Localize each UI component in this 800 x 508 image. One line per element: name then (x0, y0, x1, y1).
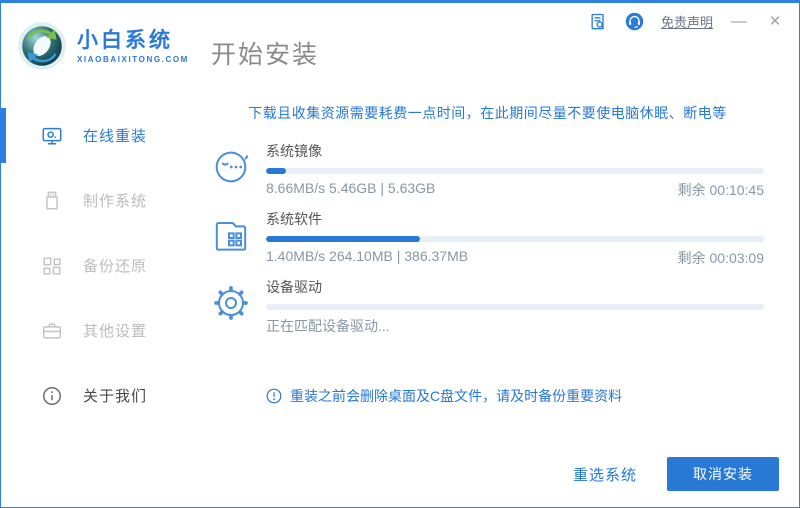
page-title: 开始安装 (210, 41, 319, 69)
task-stats: 正在匹配设备驱动... (266, 318, 390, 334)
task-row-system-image: 系统镜像 8.66MB/s 5.46GB | 5.63GB 剩余 00:10:4… (211, 141, 764, 200)
progress-fill (266, 236, 421, 242)
sidebar-item-label: 备份还原 (83, 258, 148, 275)
progress-bar (266, 168, 764, 174)
sidebar-item-online-reinstall[interactable]: 在线重装 (1, 103, 201, 168)
disclaimer-doc-icon[interactable] (588, 12, 608, 32)
minimize-button[interactable]: — (729, 12, 749, 32)
task-stats: 8.66MB/s 5.46GB | 5.63GB (266, 180, 436, 196)
task-name: 设备驱动 (266, 279, 322, 295)
face-icon (211, 147, 251, 187)
header: 小白系统 XIAOBAIXITONG.COM 开始安装 免责声明 — × (1, 3, 799, 89)
sidebar-item-other-settings[interactable]: 其他设置 (1, 298, 201, 363)
warning-text: 下载且收集资源需要耗费一点时间，在此期间尽量不要使电脑休眠、断电等 (248, 105, 727, 121)
briefcase-icon (41, 320, 63, 342)
usb-icon (41, 190, 63, 212)
logo-title: 小白系统 (77, 28, 173, 52)
task-remaining: 剩余 00:03:09 (677, 250, 764, 266)
close-button[interactable]: × (765, 11, 785, 32)
notice-text: 重装之前会删除桌面及C盘文件，请及时备份重要资料 (290, 388, 623, 404)
progress-bar (266, 236, 764, 242)
exclamation-circle-icon (266, 388, 282, 404)
body: 在线重装 制作系统 备份还原 其他设置 关于我们 下载且收集资源需要耗费一点时间… (1, 89, 799, 507)
logo-subtitle: XIAOBAIXITONG.COM (77, 55, 189, 65)
sidebar-item-make-system[interactable]: 制作系统 (1, 168, 201, 233)
app-window: 小白系统 XIAOBAIXITONG.COM 开始安装 免责声明 — × 在线重… (0, 0, 800, 508)
sidebar-item-label: 制作系统 (83, 193, 148, 210)
progress-bar (266, 304, 764, 310)
info-icon (41, 385, 63, 407)
task-stats: 1.40MB/s 264.10MB | 386.37MB (266, 248, 469, 264)
sidebar-item-backup-restore[interactable]: 备份还原 (1, 233, 201, 298)
task-row-system-software: 系统软件 1.40MB/s 264.10MB | 386.37MB 剩余 00:… (211, 209, 764, 268)
reselect-system-button[interactable]: 重选系统 (573, 464, 637, 485)
sidebar: 在线重装 制作系统 备份还原 其他设置 关于我们 (1, 89, 201, 507)
main-content: 下载且收集资源需要耗费一点时间，在此期间尽量不要使电脑休眠、断电等 系统镜像 8… (201, 89, 799, 507)
sidebar-item-about-us[interactable]: 关于我们 (1, 363, 201, 428)
disclaimer-link[interactable]: 免责声明 (661, 12, 713, 31)
support-headset-icon[interactable] (624, 11, 645, 32)
gear-icon (211, 283, 251, 323)
blocks-icon (41, 255, 63, 277)
task-row-device-driver: 设备驱动 正在匹配设备驱动... (211, 277, 764, 336)
backup-notice: 重装之前会删除桌面及C盘文件，请及时备份重要资料 (266, 386, 764, 406)
logo-sphere-icon (17, 21, 67, 71)
cancel-install-button[interactable]: 取消安装 (667, 457, 779, 491)
monitor-icon (41, 125, 63, 147)
task-remaining: 剩余 00:10:45 (677, 182, 764, 198)
task-name: 系统镜像 (266, 143, 322, 159)
task-name: 系统软件 (266, 211, 322, 227)
progress-fill (266, 168, 286, 174)
sidebar-item-label: 关于我们 (83, 388, 148, 405)
folder-icon (211, 215, 251, 255)
titlebar-controls: 免责声明 — × (588, 11, 785, 32)
sidebar-item-label: 在线重装 (83, 128, 148, 145)
footer: 重选系统 取消安装 (573, 457, 779, 491)
sidebar-item-label: 其他设置 (83, 323, 148, 340)
app-logo: 小白系统 XIAOBAIXITONG.COM (17, 21, 189, 71)
